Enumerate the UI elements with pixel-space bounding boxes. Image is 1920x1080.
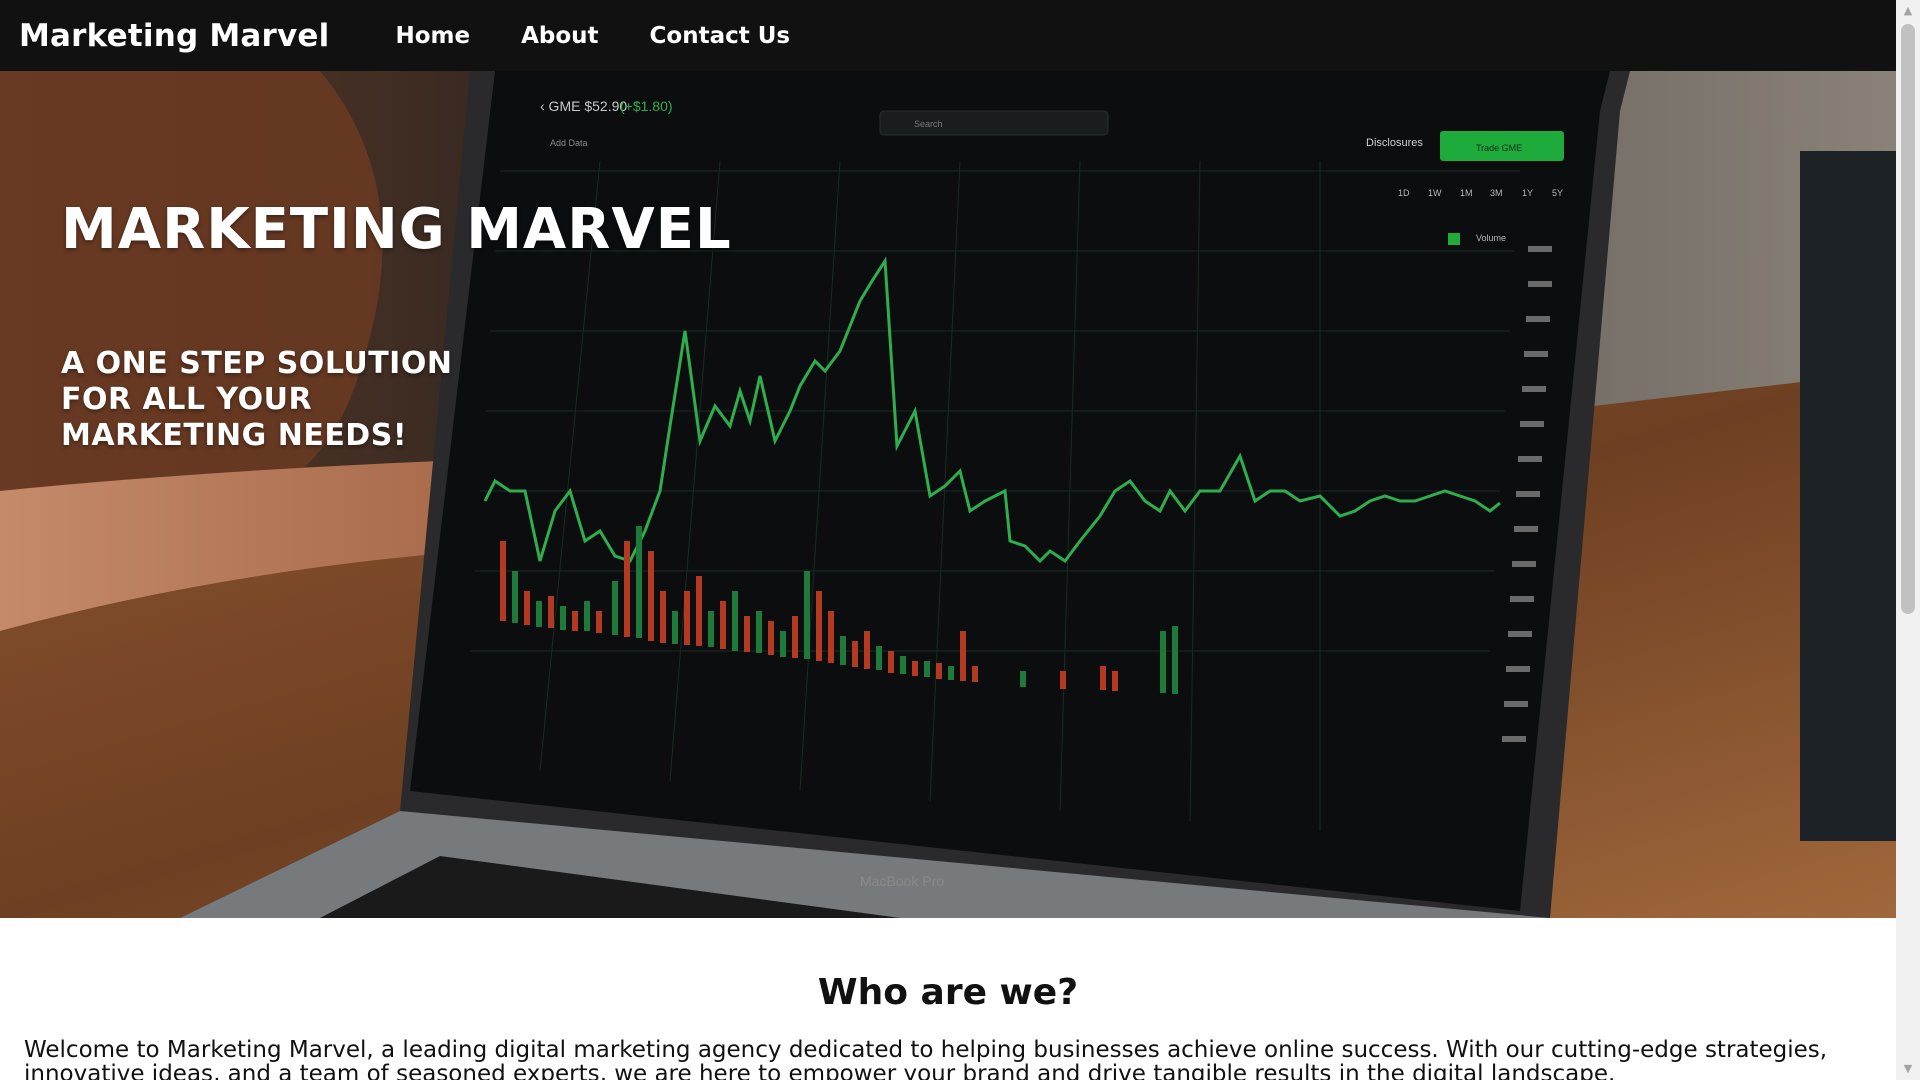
about-text: Welcome to Marketing Marvel, a leading d… [24, 1037, 1828, 1080]
nav-link-home[interactable]: Home [395, 23, 470, 49]
hero-banner: ‹ GME $52.90 (+$1.80) Add Data Search Di… [0, 71, 1896, 918]
page-scrollbar[interactable]: ▲ ▼ [1896, 0, 1920, 1080]
scroll-up-arrow-icon[interactable]: ▲ [1896, 0, 1920, 22]
screen-change: (+$1.80) [620, 98, 673, 114]
about-heading: Who are we? [817, 972, 1079, 1013]
laptop-label: MacBook Pro [860, 873, 944, 889]
screen-range-3m: 3M [1490, 188, 1503, 198]
screen-ticker: ‹ GME $52.90 [540, 98, 627, 114]
brand-logo[interactable]: Marketing Marvel [19, 18, 329, 54]
scroll-down-arrow-icon[interactable]: ▼ [1896, 1058, 1920, 1080]
screen-range-1d: 1D [1398, 188, 1410, 198]
screen-range-5y: 5Y [1552, 188, 1563, 198]
screen-range-1y: 1Y [1522, 188, 1533, 198]
nav-links: Home About Contact Us [395, 23, 841, 49]
screen-range-1w: 1W [1428, 188, 1442, 198]
nav-link-contact[interactable]: Contact Us [650, 23, 791, 49]
screen-search: Search [914, 119, 943, 129]
screen-trade-button: Trade GME [1476, 143, 1522, 153]
screen-volume: Volume [1476, 233, 1506, 243]
hero-subtitle: A ONE STEP SOLUTION FOR ALL YOUR MARKETI… [61, 346, 453, 453]
nav-link-about[interactable]: About [521, 23, 598, 49]
screen-disclosures: Disclosures [1366, 137, 1423, 149]
scrollbar-thumb[interactable] [1901, 24, 1915, 614]
hero-title: MARKETING MARVEL [61, 197, 732, 262]
about-section: Who are we? Welcome to Marketing Marvel,… [0, 918, 1896, 1080]
screen-add-data: Add Data [550, 138, 588, 148]
screen-range-1m: 1M [1460, 188, 1473, 198]
top-navbar: Marketing Marvel Home About Contact Us [0, 0, 1896, 71]
